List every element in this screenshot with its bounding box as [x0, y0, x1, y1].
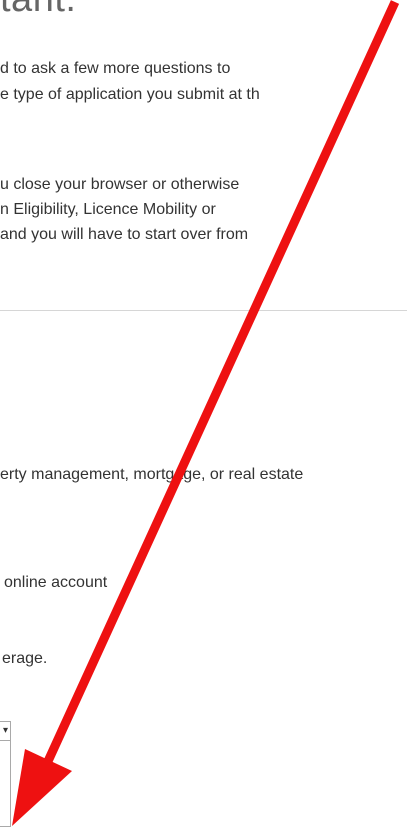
arrow-shaft	[39, 0, 400, 772]
chevron-down-icon: ▾	[2, 725, 8, 736]
option-online-account[interactable]: online account	[4, 573, 107, 593]
option-coverage[interactable]: erage.	[2, 649, 47, 669]
option-real-estate[interactable]: erty management, mortgage, or real estat…	[0, 465, 303, 485]
dropdown-options-list[interactable]	[0, 741, 11, 827]
arrow-head	[12, 749, 72, 826]
annotation-arrow	[12, 0, 400, 826]
warning-line-3: and you will have to start over from	[0, 226, 249, 243]
intro-line-1: d to ask a few more questions to	[0, 60, 231, 77]
warning-line-1: u close your browser or otherwise	[0, 176, 240, 193]
warning-line-2: n Eligibility, Licence Mobility or	[0, 201, 216, 218]
intro-line-2: e type of application you submit at th	[0, 86, 260, 103]
dropdown-select[interactable]: ▾	[0, 721, 11, 741]
page-heading: tant.	[0, 0, 76, 21]
section-divider	[0, 310, 407, 311]
